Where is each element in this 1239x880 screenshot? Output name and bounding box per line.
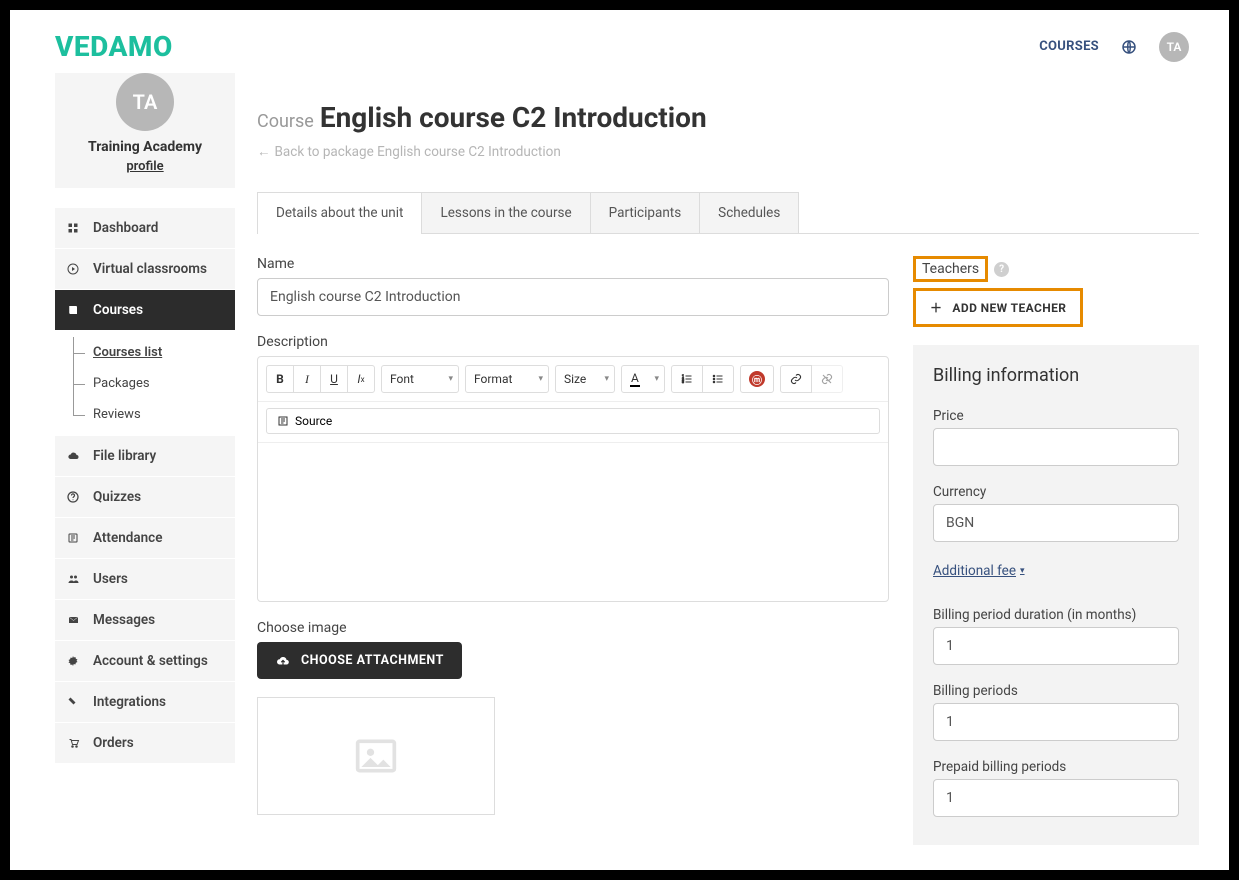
editor-textarea[interactable] <box>258 443 888 601</box>
size-dropdown[interactable]: Size <box>555 365 615 393</box>
description-label: Description <box>257 334 889 350</box>
numbered-list-button[interactable]: 123 <box>671 365 703 393</box>
sidebar-item-users[interactable]: Users <box>55 559 235 600</box>
format-dropdown[interactable]: Format <box>465 365 549 393</box>
sidebar-subitem-courses-list[interactable]: Courses list <box>73 337 235 368</box>
brand-logo[interactable]: VEDAMO <box>55 30 173 63</box>
sidebar-item-messages[interactable]: Messages <box>55 600 235 641</box>
sidebar-item-attendance[interactable]: Attendance <box>55 518 235 559</box>
users-icon <box>67 573 81 585</box>
profile-link[interactable]: profile <box>126 159 163 174</box>
teachers-heading: Teachers <box>913 256 988 282</box>
cloud-icon <box>67 450 81 462</box>
prepaid-periods-input[interactable] <box>933 779 1179 817</box>
currency-select[interactable]: BGN <box>933 504 1179 542</box>
profile-avatar: TA <box>116 73 174 131</box>
billing-duration-input[interactable] <box>933 627 1179 665</box>
sidebar-item-dashboard[interactable]: Dashboard <box>55 208 235 249</box>
globe-icon[interactable] <box>1121 39 1137 55</box>
page-title: Course English course C2 Introduction <box>257 101 1199 134</box>
svg-text:3: 3 <box>682 380 684 384</box>
sidebar-subitem-packages[interactable]: Packages <box>73 368 235 399</box>
price-label: Price <box>933 408 1179 424</box>
link-button[interactable] <box>780 365 812 393</box>
choose-attachment-button[interactable]: CHOOSE ATTACHMENT <box>257 642 462 679</box>
source-button[interactable]: Source <box>266 408 880 434</box>
sidebar-item-orders[interactable]: Orders <box>55 723 235 764</box>
bullet-list-button[interactable] <box>702 365 734 393</box>
font-dropdown[interactable]: Font <box>381 365 459 393</box>
attendance-icon <box>67 532 81 544</box>
currency-label: Currency <box>933 484 1179 500</box>
book-icon <box>67 304 81 316</box>
plus-icon: ＋ <box>930 299 942 316</box>
sidebar-item-label: Messages <box>93 612 155 628</box>
page-title-text: English course C2 Introduction <box>320 101 707 134</box>
back-link-text: Back to package English course C2 Introd… <box>275 144 561 160</box>
source-button-label: Source <box>295 414 332 428</box>
tab-participants[interactable]: Participants <box>590 192 701 233</box>
sidebar-item-integrations[interactable]: Integrations <box>55 682 235 723</box>
media-button[interactable]: ⓜ <box>740 365 774 393</box>
tab-schedules[interactable]: Schedules <box>699 192 799 233</box>
sidebar-item-label: Virtual classrooms <box>93 261 207 277</box>
rich-text-editor: B I U Ix Font Format Size A <box>257 356 889 602</box>
prepaid-periods-label: Prepaid billing periods <box>933 759 1179 775</box>
text-color-button[interactable]: A <box>621 365 665 393</box>
name-label: Name <box>257 256 889 272</box>
sidebar-item-courses[interactable]: Courses <box>55 290 235 331</box>
sidebar-item-label: Users <box>93 571 128 587</box>
envelope-icon <box>67 614 81 626</box>
profile-card: TA Training Academy profile <box>55 73 235 188</box>
sidebar-item-label: Account & settings <box>93 653 208 669</box>
cart-icon <box>67 737 81 749</box>
add-teacher-label: ADD NEW TEACHER <box>952 301 1066 315</box>
dashboard-icon <box>67 222 81 234</box>
play-icon <box>67 263 81 275</box>
billing-panel: Billing information Price Currency BGN A… <box>913 345 1199 845</box>
billing-heading: Billing information <box>933 365 1179 386</box>
italic-button[interactable]: I <box>293 365 321 393</box>
name-input[interactable] <box>257 278 889 316</box>
sidebar-item-label: Courses <box>93 302 143 318</box>
unlink-button[interactable] <box>811 365 843 393</box>
question-icon <box>67 491 81 503</box>
choose-image-label: Choose image <box>257 620 889 636</box>
plug-icon <box>67 696 81 708</box>
tab-lessons[interactable]: Lessons in the course <box>421 192 590 233</box>
sidebar-item-label: Orders <box>93 735 134 751</box>
sidebar-item-file-library[interactable]: File library <box>55 436 235 477</box>
sidebar-item-account-settings[interactable]: Account & settings <box>55 641 235 682</box>
billing-periods-input[interactable] <box>933 703 1179 741</box>
arrow-left-icon: ← <box>257 144 271 160</box>
sidebar-item-label: Attendance <box>93 530 162 546</box>
bold-button[interactable]: B <box>266 365 294 393</box>
choose-attachment-label: CHOOSE ATTACHMENT <box>301 653 444 668</box>
help-icon[interactable]: ? <box>994 262 1009 277</box>
sidebar-item-label: File library <box>93 448 156 464</box>
cloud-upload-icon <box>275 654 291 668</box>
underline-button[interactable]: U <box>320 365 348 393</box>
gear-icon <box>67 655 81 667</box>
billing-duration-label: Billing period duration (in months) <box>933 607 1179 623</box>
billing-periods-label: Billing periods <box>933 683 1179 699</box>
clear-format-button[interactable]: Ix <box>347 365 375 393</box>
sidebar-item-label: Integrations <box>93 694 166 710</box>
avatar[interactable]: TA <box>1159 32 1189 62</box>
tab-details[interactable]: Details about the unit <box>257 192 422 233</box>
sidebar-item-quizzes[interactable]: Quizzes <box>55 477 235 518</box>
page-title-prefix: Course <box>257 111 314 132</box>
sidebar-item-label: Quizzes <box>93 489 141 505</box>
header-courses-link[interactable]: COURSES <box>1039 39 1099 54</box>
sidebar-item-label: Dashboard <box>93 220 158 236</box>
sidebar-subitem-reviews[interactable]: Reviews <box>73 399 235 430</box>
price-input[interactable] <box>933 428 1179 466</box>
image-placeholder <box>257 697 495 815</box>
sidebar-item-virtual-classrooms[interactable]: Virtual classrooms <box>55 249 235 290</box>
org-name: Training Academy <box>55 139 235 155</box>
add-new-teacher-button[interactable]: ＋ ADD NEW TEACHER <box>913 288 1083 327</box>
additional-fee-link[interactable]: Additional fee <box>933 563 1025 579</box>
back-link[interactable]: ← Back to package English course C2 Intr… <box>257 144 1199 160</box>
